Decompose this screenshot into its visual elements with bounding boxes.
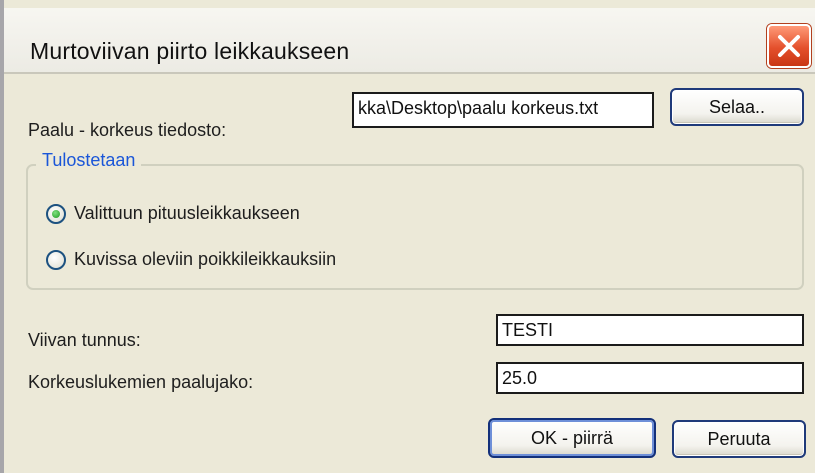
radio-cross-sections[interactable] xyxy=(46,250,66,270)
radio-cross-sections-label[interactable]: Kuvissa oleviin poikkileikkauksiin xyxy=(74,249,336,270)
dialog-title: Murtoviivan piirto leikkaukseen xyxy=(30,38,350,64)
output-group-legend: Tulostetaan xyxy=(36,150,142,171)
interval-input[interactable]: 25.0 xyxy=(496,362,804,394)
interval-label: Korkeuslukemien paalujako: xyxy=(28,372,254,392)
line-id-value: TESTI xyxy=(502,320,554,340)
dialog-window: Murtoviivan piirto leikkaukseen Paalu - … xyxy=(0,0,815,473)
cancel-button[interactable]: Peruuta xyxy=(672,420,806,458)
radio-profile-section[interactable] xyxy=(46,204,66,224)
output-groupbox xyxy=(26,164,804,290)
close-icon xyxy=(778,35,800,57)
browse-button-label: Selaa.. xyxy=(708,97,766,117)
close-button[interactable] xyxy=(767,24,811,68)
line-id-label: Viivan tunnus: xyxy=(28,330,141,350)
title-bar[interactable]: Murtoviivan piirto leikkaukseen xyxy=(4,8,815,74)
file-label: Paalu - korkeus tiedosto: xyxy=(28,120,227,140)
radio-selected-dot xyxy=(52,210,60,218)
ok-button-label: OK - piirrä xyxy=(530,428,613,448)
cancel-button-label: Peruuta xyxy=(707,429,771,449)
interval-value: 25.0 xyxy=(502,368,538,388)
file-path-input[interactable]: kka\Desktop\paalu korkeus.txt xyxy=(352,92,654,128)
radio-profile-section-label[interactable]: Valittuun pituusleikkaukseen xyxy=(74,203,300,224)
file-path-value: kka\Desktop\paalu korkeus.txt xyxy=(358,98,599,118)
line-id-input[interactable]: TESTI xyxy=(496,314,804,346)
ok-button[interactable]: OK - piirrä xyxy=(488,418,656,458)
browse-button[interactable]: Selaa.. xyxy=(670,88,804,126)
